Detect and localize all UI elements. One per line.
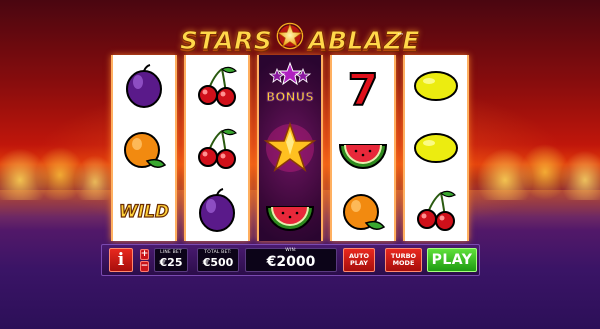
reel-4-symbol-2 (332, 117, 394, 179)
bet-minus-button[interactable]: − (140, 261, 149, 272)
turbo-line2: MODE (392, 259, 415, 267)
info-button[interactable]: i (109, 248, 133, 272)
bonus-icon: BONUS (266, 61, 314, 105)
reel-4: 7 (330, 55, 396, 241)
total-bet-label: TOTAL BET: (204, 250, 232, 256)
cherries-icon (198, 128, 238, 169)
plum-icon (199, 188, 235, 232)
reel-1: WILD (111, 55, 177, 241)
wild-text: WILD (119, 202, 169, 222)
win-label: WIN: (285, 248, 297, 254)
reel-2-symbol-1 (186, 55, 248, 117)
reel-3-symbol-2 (259, 117, 321, 179)
line-bet-value: €25 (159, 255, 183, 269)
game-background: STARS ABLAZE ™ WILD BONUS 7 i + − LINE B… (0, 0, 600, 329)
turbo-mode-button[interactable]: TURBO MODE (385, 248, 422, 272)
reel-3: BONUS (257, 55, 323, 241)
lemon-icon (414, 133, 458, 163)
cherries-icon (417, 190, 457, 231)
reels-area: WILD BONUS 7 (111, 49, 469, 247)
line-bet-label: LINE BET (160, 250, 182, 256)
reel-5-symbol-1 (405, 55, 467, 117)
reel-5-symbol-3 (405, 179, 467, 241)
plum-icon (126, 64, 162, 108)
reel-1-symbol-1 (113, 55, 175, 117)
cherries-icon (198, 66, 238, 107)
total-bet-panel: TOTAL BET: €500 (197, 248, 239, 272)
reel-4-symbol-1: 7 (332, 55, 394, 117)
logo-trademark: ™ (397, 32, 404, 40)
reel-1-symbol-2 (113, 117, 175, 179)
watermelon-icon (265, 206, 315, 231)
wild-icon: WILD (118, 201, 169, 222)
win-panel: WIN: €2000 (245, 248, 337, 272)
lemon-icon (414, 71, 458, 101)
reel-1-symbol-3: WILD (113, 179, 175, 241)
orange-icon (124, 132, 167, 168)
reel-3-symbol-1: BONUS (259, 55, 321, 117)
play-button[interactable]: PLAY (427, 248, 477, 272)
watermelon-icon (338, 144, 388, 169)
line-bet-panel: LINE BET €25 (154, 248, 188, 272)
star-icon (263, 121, 317, 172)
reel-4-symbol-3 (332, 179, 394, 241)
reel-2-symbol-2 (186, 117, 248, 179)
control-bar: i + − LINE BET €25 TOTAL BET: €500 WIN: … (101, 244, 480, 276)
orange-icon (343, 194, 386, 230)
seven-text: 7 (348, 65, 379, 116)
total-bet-value: €500 (202, 255, 234, 269)
win-value: €2000 (266, 253, 316, 270)
bet-plus-button[interactable]: + (140, 249, 149, 260)
reel-5 (403, 55, 469, 241)
bonus-text: BONUS (266, 90, 314, 104)
reel-3-symbol-3 (259, 179, 321, 241)
reel-2 (184, 55, 250, 241)
reel-2-symbol-3 (186, 179, 248, 241)
reel-5-symbol-2 (405, 117, 467, 179)
seven-icon: 7 (347, 64, 380, 117)
auto-play-line2: PLAY (349, 259, 368, 267)
auto-play-button[interactable]: AUTO PLAY (343, 248, 375, 272)
